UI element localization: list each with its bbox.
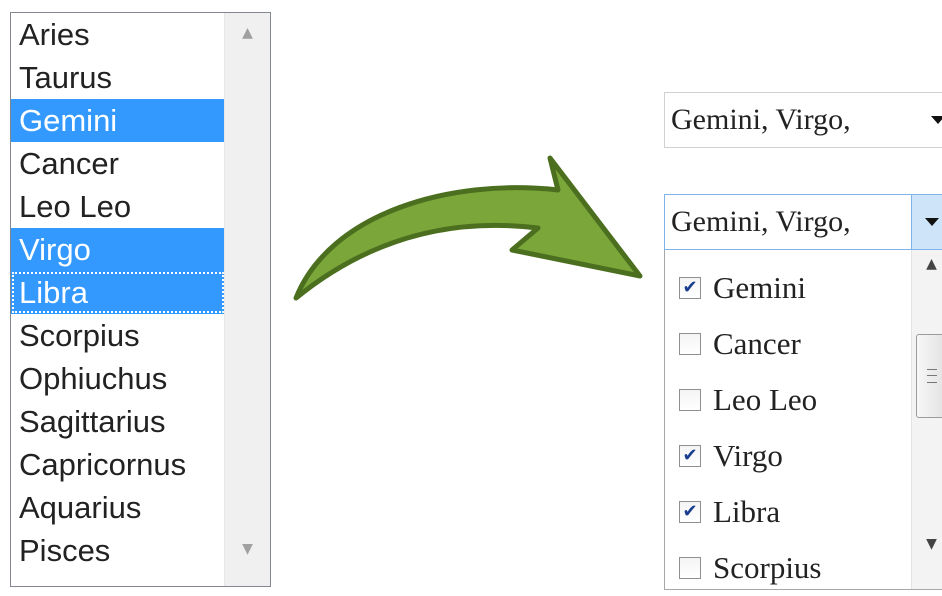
list-item[interactable]: Aquarius [11, 486, 225, 529]
scroll-down-arrow-icon[interactable]: ▼ [912, 536, 942, 552]
option-label: Leo Leo [713, 382, 818, 417]
dropdown-value: Gemini, Virgo, [671, 103, 851, 136]
zodiac-listbox[interactable]: Aries Taurus Gemini Cancer Leo Leo Virgo… [10, 12, 271, 587]
multiselect-dropdown-open[interactable]: Gemini, Virgo, [664, 194, 942, 250]
scroll-up-arrow-icon[interactable]: ▲ [912, 256, 942, 272]
checkbox-checked-icon[interactable]: ✔ [679, 501, 701, 523]
option-virgo[interactable]: ✔ Virgo [679, 428, 783, 484]
checkbox-checked-icon[interactable]: ✔ [679, 277, 701, 299]
option-libra[interactable]: ✔ Libra [679, 484, 780, 540]
list-item[interactable]: Aries [11, 13, 225, 56]
list-item[interactable]: Sagittarius [11, 400, 225, 443]
checkbox-unchecked-icon[interactable] [679, 389, 701, 411]
list-item[interactable]: Gemini [11, 99, 225, 142]
option-label: Gemini [713, 270, 806, 305]
checkbox-checked-icon[interactable]: ✔ [679, 445, 701, 467]
multiselect-dropdown-closed[interactable]: Gemini, Virgo, [664, 92, 942, 148]
list-item[interactable]: Virgo [11, 228, 225, 271]
dropdown-options-panel: ✔ Gemini Cancer Leo Leo ✔ Virgo ✔ Libra … [664, 250, 942, 590]
option-scorpius[interactable]: Scorpius [679, 540, 822, 596]
scroll-down-arrow-icon[interactable]: ▼ [225, 529, 270, 569]
list-item[interactable]: Pisces [11, 529, 225, 572]
option-label: Scorpius [713, 550, 822, 585]
option-label: Cancer [713, 326, 801, 361]
scrollbar-thumb[interactable] [916, 334, 942, 418]
option-label: Virgo [713, 438, 783, 473]
dropdown-value: Gemini, Virgo, [671, 205, 851, 238]
chevron-down-icon [931, 116, 942, 124]
list-item[interactable]: Cancer [11, 142, 225, 185]
zodiac-list: Aries Taurus Gemini Cancer Leo Leo Virgo… [11, 13, 225, 572]
dropdown-button[interactable] [911, 195, 942, 249]
list-item[interactable]: Leo Leo [11, 185, 225, 228]
curved-arrow-icon [293, 155, 643, 301]
option-leo-leo[interactable]: Leo Leo [679, 372, 817, 428]
list-item[interactable]: Capricornus [11, 443, 225, 486]
list-item[interactable]: Taurus [11, 56, 225, 99]
chevron-down-icon [925, 218, 939, 226]
checkbox-unchecked-icon[interactable] [679, 557, 701, 579]
option-cancer[interactable]: Cancer [679, 316, 801, 372]
list-item[interactable]: Libra [11, 271, 225, 314]
dropdown-button[interactable] [923, 93, 942, 147]
scroll-up-arrow-icon[interactable]: ▲ [225, 13, 270, 53]
listbox-scrollbar[interactable]: ▲ ▼ [224, 13, 270, 586]
grip-icon [927, 369, 937, 383]
options-scrollbar[interactable]: ▲ ▼ [911, 250, 942, 589]
list-item[interactable]: Ophiuchus [11, 357, 225, 400]
option-label: Libra [713, 494, 781, 529]
list-item[interactable]: Scorpius [11, 314, 225, 357]
checkbox-unchecked-icon[interactable] [679, 333, 701, 355]
option-gemini[interactable]: ✔ Gemini [679, 260, 806, 316]
